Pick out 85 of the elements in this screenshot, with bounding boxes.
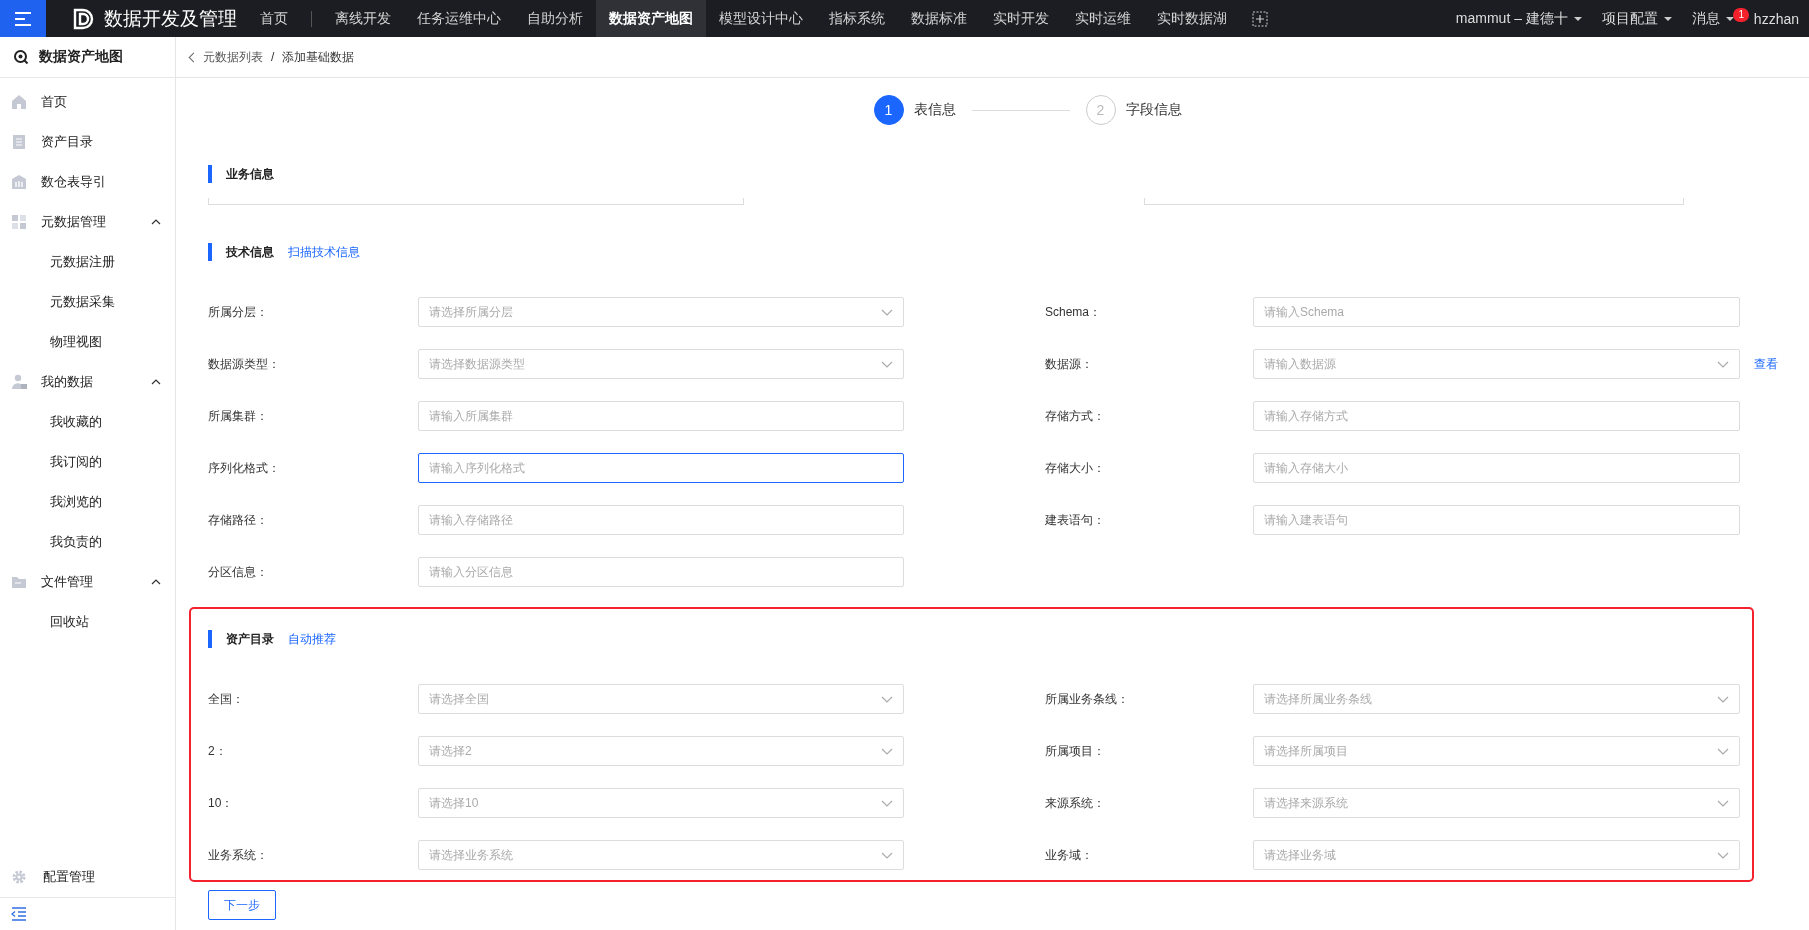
- field-label: 所属业务条线：: [1045, 690, 1130, 708]
- sidebar-item[interactable]: 元数据管理: [0, 202, 175, 242]
- chevron-down-icon: [881, 695, 893, 703]
- chevron-down-icon: [881, 799, 893, 807]
- nav-tab[interactable]: 实时运维: [1062, 0, 1144, 37]
- settings-icon: [11, 869, 27, 885]
- nav-tab[interactable]: 模型设计中心: [706, 0, 816, 37]
- chevron-down-icon: [881, 747, 893, 755]
- sidebar-subitem[interactable]: 我收藏的: [0, 402, 175, 442]
- house-icon: [11, 94, 27, 110]
- app-title: 数据开发及管理: [104, 6, 237, 31]
- field-label: 来源系统：: [1045, 794, 1106, 812]
- sidebar-subitem[interactable]: 元数据注册: [0, 242, 175, 282]
- nav-tab[interactable]: 首页: [247, 0, 301, 37]
- field-label: 存储路径：: [208, 511, 269, 529]
- field-label: 序列化格式：: [208, 459, 281, 477]
- field-label: 所属集群：: [208, 407, 269, 425]
- nav-tab[interactable]: 自助分析: [514, 0, 596, 37]
- sidebar-subitem[interactable]: 我负责的: [0, 522, 175, 562]
- section-link[interactable]: 自动推荐: [284, 630, 336, 648]
- sidebar-item[interactable]: 资产目录: [0, 122, 175, 162]
- sidebar-item[interactable]: 文件管理: [0, 562, 175, 602]
- field-label: 存储方式：: [1045, 407, 1106, 425]
- chevron-down-icon: [1717, 695, 1729, 703]
- field-label: 建表语句：: [1045, 511, 1106, 529]
- sidebar-title: 数据资产地图: [39, 48, 123, 66]
- nav-tab[interactable]: 实时开发: [980, 0, 1062, 37]
- nav-tab[interactable]: 任务运维中心: [404, 0, 514, 37]
- sidebar-subitem[interactable]: 回收站: [0, 602, 175, 642]
- sidebar-subitem[interactable]: 我订阅的: [0, 442, 175, 482]
- settings-item[interactable]: 配置管理: [0, 857, 175, 897]
- next-button[interactable]: 下一步: [208, 890, 276, 920]
- search-icon: [13, 49, 29, 65]
- grid-icon: [11, 214, 27, 230]
- folder-icon: [11, 574, 27, 590]
- section-link[interactable]: 扫描技术信息: [284, 243, 360, 261]
- step-label: 表信息: [913, 101, 956, 119]
- breadcrumb-separator: /: [271, 50, 275, 64]
- chevron-down-icon: [1717, 799, 1729, 807]
- chevron-down-icon: [881, 308, 893, 316]
- field-label: 分区信息：: [208, 563, 269, 581]
- collapse-icon[interactable]: [11, 907, 27, 921]
- section-title: 技术信息: [226, 243, 274, 261]
- menu-button[interactable]: [0, 0, 46, 37]
- field-label: 业务系统：: [208, 846, 269, 864]
- section-title: 业务信息: [226, 165, 274, 183]
- sidebar-item[interactable]: 首页: [0, 82, 175, 122]
- nav-tab[interactable]: 离线开发: [322, 0, 404, 37]
- field-label: 10：: [208, 794, 235, 812]
- user-icon: [11, 374, 27, 390]
- section-title: 资产目录: [226, 630, 274, 648]
- sidebar-item[interactable]: 数仓表导引: [0, 162, 175, 202]
- notification-badge: 1: [1733, 7, 1749, 22]
- nav-tab[interactable]: 实时数据湖: [1144, 0, 1240, 37]
- document-icon: [11, 134, 27, 150]
- field-label: 数据源类型：: [208, 355, 281, 373]
- field-label: 数据源：: [1045, 355, 1094, 373]
- sidebar-subitem[interactable]: 我浏览的: [0, 482, 175, 522]
- view-link[interactable]: 查看: [1740, 355, 1778, 373]
- field-label: 所属项目：: [1045, 742, 1106, 760]
- step-number: 1: [873, 95, 904, 125]
- chevron-down-icon: [881, 851, 893, 859]
- chevron-down-icon: [1717, 747, 1729, 755]
- sidebar-item[interactable]: 我的数据: [0, 362, 175, 402]
- sidebar-subitem[interactable]: 物理视图: [0, 322, 175, 362]
- nav-tab[interactable]: 数据标准: [898, 0, 980, 37]
- breadcrumb-link[interactable]: 元数据列表: [186, 48, 263, 66]
- field-label: 业务域：: [1045, 846, 1094, 864]
- field-label: Schema：: [1045, 303, 1103, 321]
- field-label: 2：: [208, 742, 228, 760]
- nav-tab[interactable]: 数据资产地图: [596, 0, 706, 37]
- step-label: 字段信息: [1125, 101, 1182, 119]
- chevron-down-icon: [1717, 851, 1729, 859]
- field-label: 全国：: [208, 690, 245, 708]
- building-icon: [11, 174, 27, 190]
- header-menu[interactable]: mammut – 建德十: [1445, 9, 1592, 28]
- menu-icon: [14, 10, 32, 27]
- breadcrumb-current: 添加基础数据: [282, 48, 355, 66]
- field-label: 存储大小：: [1045, 459, 1106, 477]
- nav-tab[interactable]: 指标系统: [816, 0, 898, 37]
- field-label: 所属分层：: [208, 303, 269, 321]
- chevron-down-icon: [881, 360, 893, 368]
- chevron-down-icon: [1717, 360, 1729, 368]
- sidebar-subitem[interactable]: 元数据采集: [0, 282, 175, 322]
- header-menu[interactable]: 项目配置: [1591, 9, 1682, 28]
